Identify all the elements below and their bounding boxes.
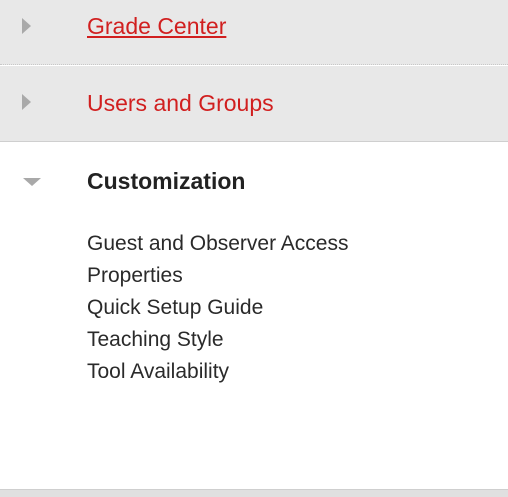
users-and-groups-link[interactable]: Users and Groups <box>87 90 274 116</box>
course-management-panel: Grade Center Users and Groups Customizat… <box>0 0 508 497</box>
submenu-item-teaching-style[interactable]: Teaching Style <box>87 324 348 356</box>
submenu-item-tool-availability[interactable]: Tool Availability <box>87 356 348 388</box>
menu-section-users-and-groups[interactable]: Users and Groups <box>0 66 508 142</box>
submenu-item-guest-and-observer-access[interactable]: Guest and Observer Access <box>87 228 348 260</box>
caret-right-icon[interactable] <box>22 18 31 34</box>
submenu-item-quick-setup-guide[interactable]: Quick Setup Guide <box>87 292 348 324</box>
customization-submenu: Guest and Observer Access Properties Qui… <box>87 228 348 388</box>
submenu-item-properties[interactable]: Properties <box>87 260 348 292</box>
customization-heading[interactable]: Customization <box>87 168 245 194</box>
caret-down-icon[interactable] <box>23 178 41 186</box>
grade-center-link[interactable]: Grade Center <box>87 13 226 39</box>
next-section-edge <box>0 489 508 497</box>
menu-section-grade-center[interactable]: Grade Center <box>0 0 508 65</box>
caret-right-icon[interactable] <box>22 94 31 110</box>
